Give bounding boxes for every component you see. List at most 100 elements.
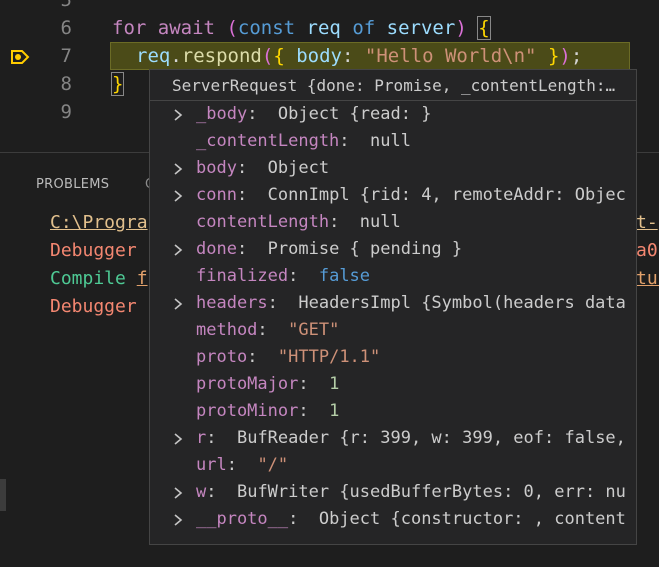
separator: : [236,158,268,178]
output-line: Debugger [50,296,148,317]
variable-name: conn [196,185,237,205]
separator: : [206,428,237,448]
variable-value: 1 [329,374,340,394]
variable-entry: finalized: false [196,263,370,290]
variable-value: HeadersImpl {Symbol(headers data [298,293,626,313]
variable-entry: url: "/" [196,452,288,479]
variable-value: "HTTP/1.1" [277,347,381,367]
variable-entry: contentLength: null [196,209,401,236]
variable-value: Object {constructor: , content [318,509,626,529]
variable-entry: proto: "HTTP/1.1" [196,344,380,371]
output-line: Compile f [50,268,148,289]
variable-name: contentLength [196,212,330,232]
variable-value: 1 [329,401,340,421]
variable-name: url [196,455,227,475]
variable-row[interactable]: body: Object [150,155,636,182]
variable-name: _contentLength [196,131,340,151]
variable-value: "/" [257,455,289,475]
output-line: Debugger [50,240,148,261]
variable-entry: protoMajor: 1 [196,371,339,398]
separator: : [236,239,268,259]
separator: : [247,104,278,124]
variable-value: false [318,266,371,286]
variable-value: BufReader {r: 399, w: 399, eof: false, [236,428,626,448]
debug-stackframe-icon[interactable] [10,47,30,67]
variable-entry: method: "GET" [196,317,339,344]
variable-value: null [359,212,401,232]
chevron-right-icon[interactable] [172,236,186,257]
variable-value: BufWriter {usedBufferBytes: 0, err: nu [236,482,626,502]
separator: : [298,401,330,421]
variable-name: r [196,428,207,448]
tab-problems[interactable]: PROBLEMS [36,177,109,192]
variable-row[interactable]: method: "GET" [150,317,636,344]
separator: : [226,455,258,475]
line-number: 6 [60,17,72,39]
variable-row[interactable]: protoMinor: 1 [150,398,636,425]
variable-name: method [196,320,258,340]
separator: : [247,347,278,367]
variable-row[interactable]: url: "/" [150,452,636,479]
separator: : [288,266,319,286]
variable-entry: _contentLength: null [196,128,411,155]
separator: : [257,320,289,340]
variable-name: protoMinor [196,401,299,421]
variable-row[interactable]: r: BufReader {r: 399, w: 399, eof: false… [150,425,636,452]
variable-value: Object [267,158,330,178]
variable-row[interactable]: headers: HeadersImpl {Symbol(headers dat… [150,290,636,317]
chevron-right-icon[interactable] [172,506,186,527]
separator: : [339,131,371,151]
separator: : [298,374,330,394]
variable-entry: w: BufWriter {usedBufferBytes: 0, err: n… [196,479,626,506]
separator: : [206,482,237,502]
variable-value: Object {read: } [277,104,432,124]
chevron-right-icon[interactable] [172,101,186,122]
output-line[interactable]: C:\Progra [50,209,148,237]
separator: : [267,293,299,313]
chevron-right-icon[interactable] [172,155,186,176]
code-line-6: for await (const req of server) { [112,16,491,40]
variable-entry: _body: Object {read: } [196,101,431,128]
variable-name: headers [196,293,268,313]
variable-entry: conn: ConnImpl {rid: 4, remoteAddr: Obje… [196,182,626,209]
variable-entry: done: Promise { pending } [196,236,462,263]
variable-name: proto [196,347,248,367]
output-line-fragment: a0 [636,240,658,261]
panel-sash[interactable] [0,479,6,511]
variable-entry: body: Object [196,155,329,182]
chevron-right-icon[interactable] [172,290,186,311]
variable-row[interactable]: protoMajor: 1 [150,371,636,398]
variable-name: body [196,158,237,178]
chevron-right-icon[interactable] [172,479,186,500]
output-line-fragment: tur [636,268,659,289]
debug-hover-widget[interactable]: ServerRequest {done: Promise, _contentLe… [149,69,637,545]
separator: : [236,185,268,205]
variable-row[interactable]: contentLength: null [150,209,636,236]
variable-name: __proto__ [196,509,289,529]
variable-name: _body [196,104,248,124]
variable-entry: r: BufReader {r: 399, w: 399, eof: false… [196,425,626,452]
output-line-fragment: t- [636,212,658,233]
chevron-right-icon[interactable] [172,182,186,203]
variable-name: finalized [196,266,289,286]
variable-row[interactable]: _contentLength: null [150,128,636,155]
line-number: 8 [60,73,72,95]
chevron-right-icon[interactable] [172,425,186,446]
variable-row[interactable]: conn: ConnImpl {rid: 4, remoteAddr: Obje… [150,182,636,209]
variable-name: protoMajor [196,374,299,394]
hover-header: ServerRequest {done: Promise, _contentLe… [172,76,616,95]
variable-row[interactable]: w: BufWriter {usedBufferBytes: 0, err: n… [150,479,636,506]
variable-value: null [370,131,411,151]
separator: : [329,212,360,232]
variable-entry: protoMinor: 1 [196,398,339,425]
variable-row[interactable]: __proto__: Object {constructor: , conten… [150,506,636,533]
variable-value: Promise { pending } [267,239,463,259]
variable-row[interactable]: proto: "HTTP/1.1" [150,344,636,371]
separator: : [288,509,319,529]
variable-row[interactable]: _body: Object {read: } [150,101,636,128]
variable-name: done [196,239,237,259]
variable-entry: __proto__: Object {constructor: , conten… [196,506,626,533]
variable-row[interactable]: finalized: false [150,263,636,290]
variable-name: w [196,482,207,502]
variable-row[interactable]: done: Promise { pending } [150,236,636,263]
